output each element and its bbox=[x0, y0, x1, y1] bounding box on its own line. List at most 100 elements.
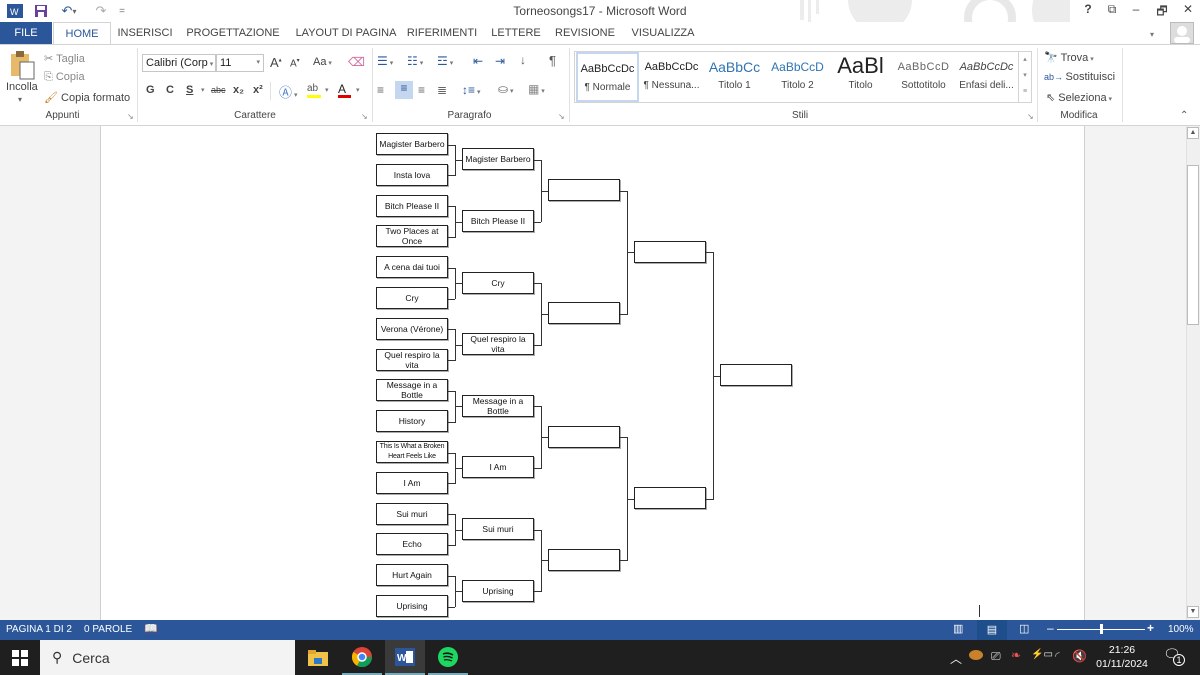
styles-launcher-icon[interactable]: ↘ bbox=[1027, 112, 1034, 121]
tab-visualizza[interactable]: VISUALIZZA bbox=[628, 22, 698, 44]
taskbar-file-explorer[interactable] bbox=[298, 640, 338, 675]
font-color-button[interactable]: A bbox=[338, 82, 354, 98]
paste-icon[interactable] bbox=[8, 50, 38, 80]
style-enfasi-delicata[interactable]: AaBbCcDc Enfasi deli... bbox=[955, 52, 1018, 102]
paste-button[interactable]: Incolla bbox=[6, 81, 38, 93]
scroll-thumb[interactable] bbox=[1187, 165, 1199, 325]
style-normale[interactable]: AaBbCcDc ¶ Normale bbox=[576, 52, 639, 102]
styles-scroll-up-icon[interactable]: ▴ bbox=[1019, 52, 1031, 68]
tab-progettazione[interactable]: PROGETTAZIONE bbox=[186, 22, 280, 44]
select-button[interactable]: ⇖ Seleziona ▾ bbox=[1046, 91, 1112, 104]
find-button[interactable]: 🔭 Trova ▾ bbox=[1044, 51, 1094, 64]
numbering-button[interactable]: ☷ ▾ bbox=[407, 54, 423, 68]
taskbar-spotify[interactable] bbox=[428, 640, 468, 675]
proofing-icon[interactable]: 📖 bbox=[144, 622, 158, 635]
underline-dropdown-icon[interactable]: ▾ bbox=[201, 86, 205, 94]
tab-revisione[interactable]: REVISIONE bbox=[554, 22, 616, 44]
style-titolo-1[interactable]: AaBbCc Titolo 1 bbox=[703, 52, 766, 102]
style-sottotitolo[interactable]: AaBbCcD Sottotitolo bbox=[892, 52, 955, 102]
zoom-in-button[interactable]: + bbox=[1147, 621, 1154, 635]
document-page[interactable] bbox=[100, 126, 1085, 620]
replace-button[interactable]: ab→ Sostituisci bbox=[1044, 71, 1115, 83]
text-effects-button[interactable]: Ⓐ ▾ bbox=[279, 82, 297, 101]
superscript-button[interactable]: x² bbox=[253, 84, 263, 96]
taskbar-chrome[interactable] bbox=[342, 640, 382, 675]
restore-button[interactable]: 🗗 bbox=[1150, 2, 1174, 20]
align-right-button[interactable]: ≡ bbox=[418, 83, 425, 97]
styles-scroll-down-icon[interactable]: ▾ bbox=[1019, 68, 1031, 84]
print-layout-icon[interactable]: ▤ bbox=[977, 620, 1007, 640]
style-titolo[interactable]: AaBl Titolo bbox=[829, 52, 892, 102]
change-case-button[interactable]: Aa ▾ bbox=[313, 56, 332, 68]
borders-button[interactable]: ▦ ▾ bbox=[528, 82, 545, 96]
cut-button[interactable]: ✂ Taglia bbox=[44, 52, 85, 65]
shrink-font-button[interactable]: A▾ bbox=[290, 57, 300, 69]
tab-layout-di-pagina[interactable]: LAYOUT DI PAGINA bbox=[292, 22, 400, 44]
tab-file[interactable]: FILE bbox=[0, 22, 52, 44]
strikethrough-button[interactable]: abc bbox=[211, 85, 226, 95]
scroll-up-button[interactable]: ▲ bbox=[1187, 127, 1199, 139]
font-color-dropdown-icon[interactable]: ▾ bbox=[356, 86, 360, 94]
line-spacing-button[interactable]: ↕≡ ▾ bbox=[462, 83, 480, 97]
align-left-button[interactable]: ≡ bbox=[377, 83, 384, 97]
tray-app-icon[interactable] bbox=[969, 650, 983, 660]
ccleaner-icon[interactable]: ❧ bbox=[1011, 648, 1021, 662]
user-avatar[interactable] bbox=[1170, 22, 1194, 44]
tab-lettere[interactable]: LETTERE bbox=[490, 22, 542, 44]
tab-home[interactable]: HOME bbox=[53, 22, 111, 44]
show-formatting-button[interactable]: ¶ bbox=[549, 53, 556, 68]
zoom-out-button[interactable]: – bbox=[1047, 621, 1054, 635]
tab-riferimenti[interactable]: RIFERIMENTI bbox=[406, 22, 478, 44]
tab-inserisci[interactable]: INSERISCI bbox=[116, 22, 174, 44]
copy-button[interactable]: ⎘ Copia bbox=[44, 71, 85, 84]
help-button[interactable]: ? bbox=[1076, 2, 1100, 20]
clock[interactable]: 21:26 01/11/2024 bbox=[1094, 643, 1150, 671]
web-layout-icon[interactable]: ◫ bbox=[1019, 622, 1029, 635]
taskbar-word[interactable]: W bbox=[385, 640, 425, 675]
highlight-dropdown-icon[interactable]: ▾ bbox=[325, 86, 329, 94]
start-button[interactable] bbox=[0, 640, 40, 675]
ribbon-display-options-button[interactable]: ⧉ bbox=[1100, 2, 1124, 20]
zoom-slider-thumb[interactable] bbox=[1100, 624, 1103, 634]
font-name-combo[interactable]: Calibri (Corp ▾ bbox=[142, 54, 216, 72]
read-mode-icon[interactable]: ▥ bbox=[953, 622, 963, 635]
network-icon[interactable]: ◜ bbox=[1055, 649, 1060, 663]
styles-more-icon[interactable]: ≡ bbox=[1019, 84, 1031, 100]
italic-button[interactable]: C bbox=[166, 84, 174, 96]
style-nessuna-spaziatura[interactable]: AaBbCcDc ¶ Nessuna... bbox=[640, 52, 703, 102]
font-size-combo[interactable]: 11 ▾ bbox=[216, 54, 264, 72]
underline-button[interactable]: S bbox=[186, 84, 193, 96]
bullets-button[interactable]: ☰ ▾ bbox=[377, 54, 393, 68]
increase-indent-button[interactable]: ⇥ bbox=[495, 54, 505, 68]
shading-button[interactable]: ⛀ ▾ bbox=[498, 82, 514, 96]
camera-icon[interactable]: ⎚ bbox=[991, 649, 1001, 664]
taskbar-search[interactable]: ⚲ Cerca bbox=[40, 640, 295, 675]
align-center-button[interactable]: ≡ bbox=[395, 81, 413, 99]
close-button[interactable]: ✕ bbox=[1176, 2, 1200, 20]
show-hidden-icons[interactable]: ︿ bbox=[950, 650, 962, 667]
highlight-color-button[interactable]: ab bbox=[307, 82, 323, 98]
word-count[interactable]: 0 PAROLE bbox=[84, 624, 132, 635]
notification-center[interactable]: 🗨 1 bbox=[1163, 646, 1185, 668]
page-count[interactable]: PAGINA 1 DI 2 bbox=[6, 624, 72, 635]
grow-font-button[interactable]: A▴ bbox=[270, 55, 282, 70]
paragraph-launcher-icon[interactable]: ↘ bbox=[558, 112, 565, 121]
subscript-button[interactable]: x₂ bbox=[233, 84, 244, 96]
justify-button[interactable]: ≣ bbox=[437, 83, 447, 97]
zoom-level[interactable]: 100% bbox=[1168, 624, 1194, 635]
multilevel-list-button[interactable]: ☲ ▾ bbox=[437, 54, 453, 68]
account-dropdown-icon[interactable]: ▾ bbox=[1150, 30, 1154, 39]
clipboard-launcher-icon[interactable]: ↘ bbox=[127, 112, 134, 121]
clear-formatting-icon[interactable]: ⌫ bbox=[348, 55, 365, 69]
collapse-ribbon-icon[interactable]: ⌃ bbox=[1180, 110, 1188, 121]
scroll-down-button[interactable]: ▼ bbox=[1187, 606, 1199, 618]
minimize-button[interactable]: – bbox=[1124, 2, 1148, 20]
bold-button[interactable]: G bbox=[146, 84, 155, 96]
paste-dropdown-icon[interactable]: ▾ bbox=[18, 95, 22, 104]
battery-icon[interactable]: ⚡▭ bbox=[1031, 649, 1053, 660]
style-titolo-2[interactable]: AaBbCcD Titolo 2 bbox=[766, 52, 829, 102]
decrease-indent-button[interactable]: ⇤ bbox=[473, 54, 483, 68]
font-launcher-icon[interactable]: ↘ bbox=[361, 112, 368, 121]
styles-scroll[interactable]: ▴ ▾ ≡ bbox=[1018, 52, 1031, 102]
sort-button[interactable]: ↓ bbox=[520, 53, 526, 67]
